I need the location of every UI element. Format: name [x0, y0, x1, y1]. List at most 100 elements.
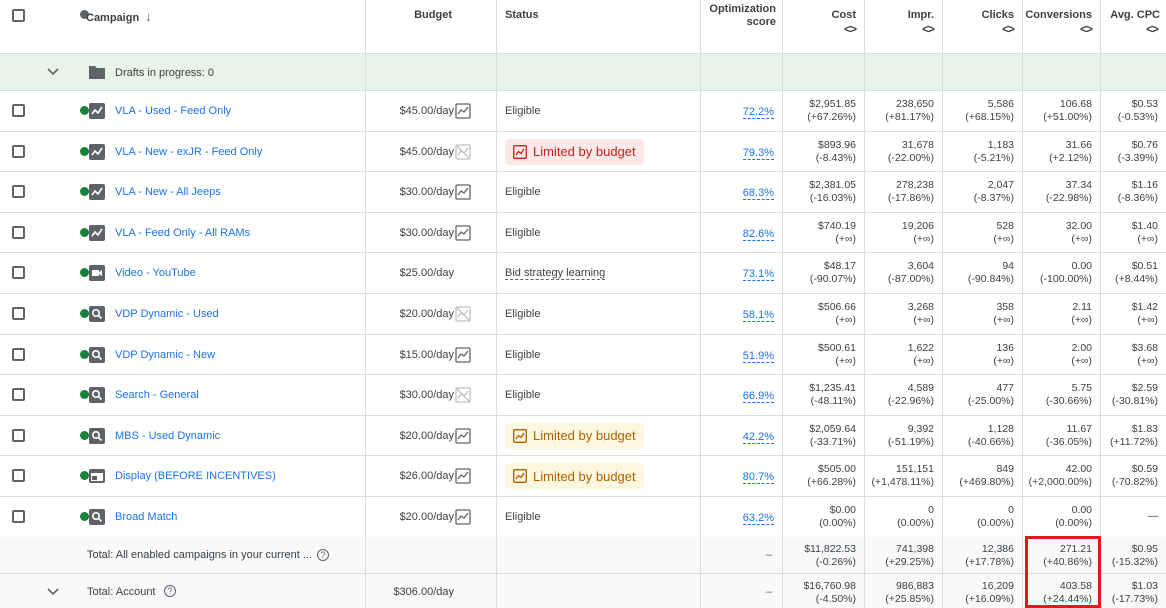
budget-value[interactable]: $30.00/day	[400, 389, 454, 401]
row-checkbox[interactable]	[12, 266, 25, 280]
optimization-score-link[interactable]: 51.9%	[742, 350, 774, 363]
budget-chart-icon[interactable]	[455, 184, 471, 200]
search-icon	[88, 427, 106, 445]
budget-chart-icon[interactable]	[455, 103, 471, 119]
shopping-icon	[88, 224, 106, 242]
budget-chart-icon[interactable]	[455, 225, 471, 241]
table-row[interactable]: VDP Dynamic - New $15.00/day Eligible 51.9%…	[0, 334, 1166, 376]
campaign-column-header[interactable]: Campaign ↓	[76, 0, 366, 53]
budget-column-header[interactable]: Budget	[366, 0, 497, 53]
cost-column-header[interactable]: Cost <>	[783, 0, 865, 53]
status-column-header[interactable]: Status	[497, 0, 701, 53]
expand-columns-icon[interactable]: <>	[844, 22, 857, 36]
clicks-value: 94 (-90.84%)	[967, 260, 1014, 286]
campaign-name-link[interactable]: Video - YouTube	[115, 267, 196, 279]
campaign-name-link[interactable]: Broad Match	[115, 511, 177, 523]
campaign-name-link[interactable]: VLA - New - exJR - Feed Only	[115, 146, 262, 158]
budget-chart-icon[interactable]	[455, 468, 471, 485]
expand-columns-icon[interactable]: <>	[1002, 22, 1015, 36]
expand-columns-icon[interactable]: <>	[1080, 22, 1093, 36]
clicks-value: 528 (+∞)	[993, 219, 1014, 245]
optimization-score-link[interactable]: 66.9%	[742, 390, 774, 404]
table-row[interactable]: Display (BEFORE INCENTIVES) $26.00/day Lim…	[0, 456, 1166, 497]
total-enabled-label: Total: All enabled campaigns in your cur…	[87, 549, 313, 561]
optimization-score-link[interactable]: 80.7%	[742, 471, 774, 485]
row-checkbox[interactable]	[12, 185, 25, 199]
optimization-score-link[interactable]: 72.2%	[742, 106, 774, 119]
optimization-column-header[interactable]: Optimization score	[701, 0, 783, 53]
chevron-down-icon[interactable]	[46, 65, 60, 79]
avg-cpc-column-header[interactable]: Avg. CPC <>	[1101, 0, 1166, 53]
impr-column-header[interactable]: Impr. <>	[865, 0, 943, 53]
row-checkbox[interactable]	[12, 144, 25, 158]
budget-value[interactable]: $15.00/day	[400, 349, 454, 361]
campaign-name-link[interactable]: Display (BEFORE INCENTIVES)	[115, 470, 276, 482]
budget-chart-icon[interactable]	[455, 428, 471, 444]
status-text: Eligible	[505, 348, 541, 361]
table-row[interactable]: VLA - New - exJR - Feed Only $45.00/day Li…	[0, 131, 1166, 173]
conversions-value: 2.00 (+∞)	[1071, 341, 1092, 367]
select-all-checkbox[interactable]	[12, 9, 25, 22]
campaign-name-link[interactable]: VLA - Feed Only - All RAMs	[115, 227, 250, 239]
optimization-score-link[interactable]: 82.6%	[742, 228, 774, 241]
limited-by-budget-badge[interactable]: Limited by budget	[505, 463, 644, 490]
clicks-value: 1,183 (-5.21%)	[973, 138, 1014, 164]
row-checkbox[interactable]	[12, 510, 25, 523]
help-icon[interactable]: ?	[317, 549, 329, 561]
budget-value[interactable]: $26.00/day	[400, 470, 454, 482]
campaign-name-link[interactable]: VLA - Used - Feed Only	[115, 105, 231, 117]
optimization-score-link[interactable]: 73.1%	[742, 268, 774, 282]
clicks-header-label: Clicks	[981, 9, 1014, 21]
budget-value[interactable]: $30.00/day	[400, 186, 454, 198]
chevron-down-icon[interactable]	[46, 585, 60, 599]
limited-by-budget-badge[interactable]: Limited by budget	[505, 138, 644, 165]
row-checkbox[interactable]	[12, 428, 25, 442]
budget-value[interactable]: $20.00/day	[400, 511, 454, 523]
table-row[interactable]: Search - General $30.00/day Eligible 66.9% $…	[0, 375, 1166, 416]
row-checkbox[interactable]	[12, 225, 25, 239]
clicks-column-header[interactable]: Clicks <>	[943, 0, 1023, 53]
row-checkbox[interactable]	[12, 104, 25, 117]
budget-value[interactable]: $20.00/day	[400, 430, 454, 442]
campaign-name-link[interactable]: Search - General	[115, 389, 199, 401]
budget-value[interactable]: $45.00/day	[400, 146, 454, 158]
row-checkbox[interactable]	[12, 469, 25, 483]
row-checkbox[interactable]	[12, 307, 25, 320]
budget-chart-icon[interactable]	[455, 346, 471, 363]
conversions-column-header[interactable]: Conversions <>	[1023, 0, 1101, 53]
limited-by-budget-badge[interactable]: Limited by budget	[505, 422, 644, 449]
budget-value[interactable]: $30.00/day	[400, 227, 454, 239]
search-icon	[88, 386, 106, 404]
campaign-name-link[interactable]: VLA - New - All Jeeps	[115, 186, 221, 198]
campaign-name-link[interactable]: VDP Dynamic - New	[115, 349, 215, 361]
optimization-score-link[interactable]: 63.2%	[742, 512, 774, 525]
avg-cpc-value: $0.53 (-0.53%)	[1117, 98, 1158, 123]
optimization-score-link[interactable]: 68.3%	[742, 187, 774, 201]
campaign-name-link[interactable]: VDP Dynamic - Used	[115, 308, 219, 320]
drafts-row[interactable]: Drafts in progress: 0	[0, 54, 1166, 91]
budget-value[interactable]: $25.00/day	[400, 267, 454, 279]
optimization-score-link[interactable]: 42.2%	[742, 431, 774, 444]
row-checkbox[interactable]	[12, 347, 25, 361]
optimization-score-link[interactable]: 79.3%	[742, 147, 774, 160]
budget-value[interactable]: $20.00/day	[400, 308, 454, 320]
budget-value[interactable]: $45.00/day	[400, 105, 454, 117]
table-row[interactable]: MBS - Used Dynamic $20.00/day Limited by b…	[0, 415, 1166, 457]
table-row[interactable]: VDP Dynamic - Used $20.00/day Eligible 58.1…	[0, 294, 1166, 335]
row-checkbox[interactable]	[12, 388, 25, 402]
campaign-name-link[interactable]: MBS - Used Dynamic	[115, 430, 220, 442]
expand-columns-icon[interactable]: <>	[1146, 22, 1159, 36]
expand-columns-icon[interactable]: <>	[922, 22, 935, 36]
status-text[interactable]: Bid strategy learning	[505, 267, 606, 281]
help-icon[interactable]: ?	[164, 585, 176, 597]
table-row[interactable]: VLA - Feed Only - All RAMs $30.00/day Elig…	[0, 212, 1166, 254]
arrow-down-icon[interactable]: ↓	[145, 9, 152, 24]
optimization-score-link[interactable]: 58.1%	[742, 309, 774, 322]
table-row[interactable]: Video - YouTube $25.00/day Bid strategy le…	[0, 253, 1166, 294]
clicks-value: 849 (+469.80%)	[959, 463, 1014, 489]
table-row[interactable]: Broad Match $20.00/day Eligible 63.2% $0.00(…	[0, 497, 1166, 538]
conversions-value: 42.00 (+2,000.00%)	[1028, 463, 1092, 489]
table-row[interactable]: VLA - Used - Feed Only $45.00/day Eligible…	[0, 91, 1166, 132]
budget-chart-icon[interactable]	[455, 509, 471, 525]
table-row[interactable]: VLA - New - All Jeeps $30.00/day Eligible 6…	[0, 172, 1166, 213]
